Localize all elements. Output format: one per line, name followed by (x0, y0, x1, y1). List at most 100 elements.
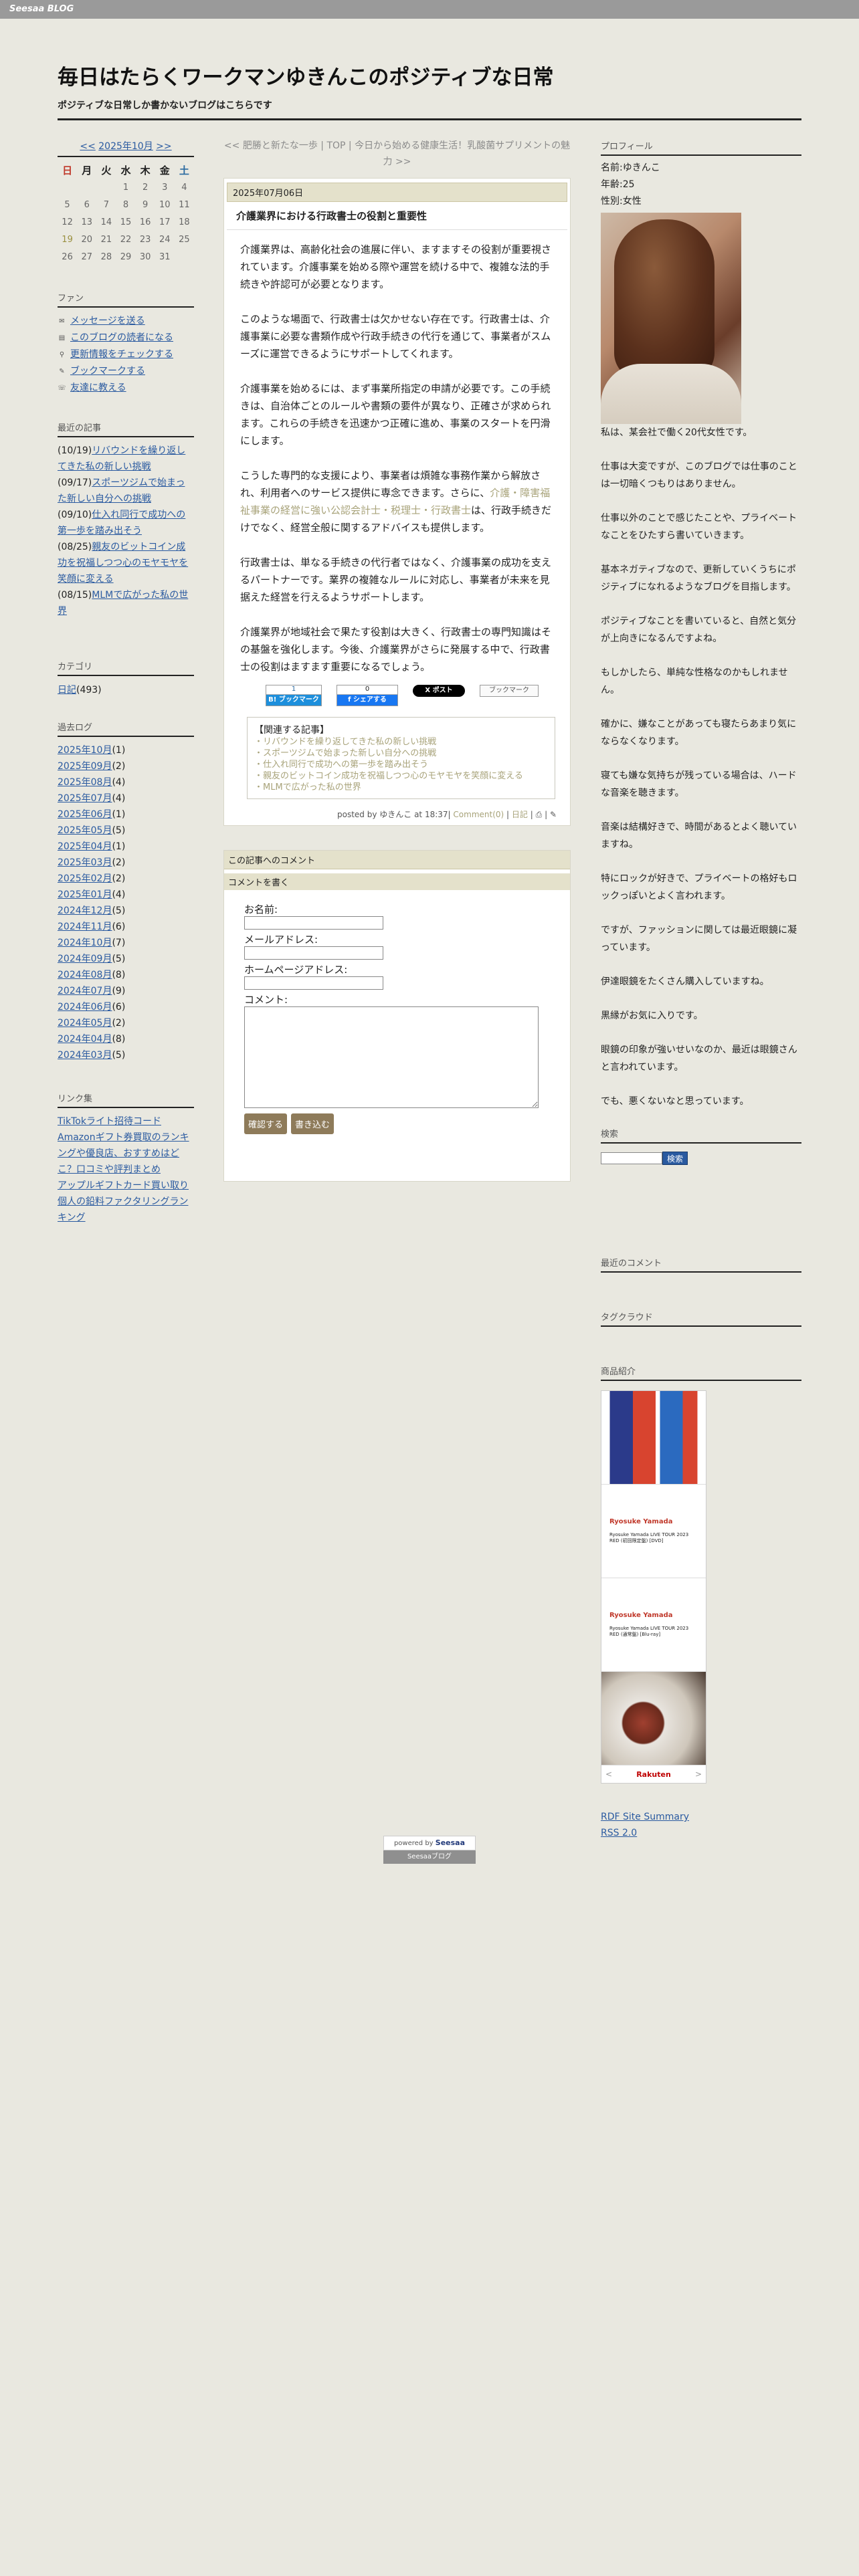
archive-count: (6) (112, 922, 126, 932)
calendar-day-linked[interactable]: 19 (58, 231, 77, 248)
related-link[interactable]: 仕入れ同行で成功への第一歩を踏み出そう (263, 760, 428, 770)
calendar-day: 4 (181, 182, 187, 193)
product-item[interactable] (601, 1672, 706, 1765)
seesaa-brand[interactable]: Seesaa BLOG (9, 4, 74, 14)
archive-item: 2025年06月(1) (58, 807, 194, 823)
powered-by-badge[interactable]: powered by Seesaa Seesaaブログ (383, 1836, 476, 1864)
powered-brand: Seesaa (435, 1838, 466, 1847)
site-description: ポジティブな日常しか書かないブログはこちらです (58, 100, 272, 111)
product-item[interactable] (601, 1391, 706, 1485)
archive-link[interactable]: 2024年10月 (58, 938, 112, 948)
archive-link[interactable]: 2025年03月 (58, 857, 112, 868)
profile-paragraph: でも、悪くないなと思っています。 (601, 1096, 749, 1107)
category-link[interactable]: 日記 (58, 685, 76, 695)
archive-link[interactable]: 2024年09月 (58, 954, 112, 964)
archive-item: 2025年03月(2) (58, 855, 194, 871)
calendar-day: 9 (142, 199, 149, 210)
external-link[interactable]: TikTokライト招待コード (58, 1116, 161, 1127)
homepage-field[interactable] (244, 976, 383, 990)
top-link[interactable]: TOP (326, 140, 345, 151)
archive-count: (1) (112, 841, 126, 852)
external-link[interactable]: 個人の鉛料ファクタリングランキング (58, 1196, 188, 1223)
archive-link[interactable]: 2025年06月 (58, 809, 112, 820)
rakuten-logo[interactable]: Rakuten (636, 1770, 671, 1779)
carousel-prev-icon[interactable]: < (605, 1769, 612, 1779)
recent-comments-heading: 最近のコメント (601, 1256, 801, 1273)
product-title: Ryosuke Yamada (609, 1518, 673, 1525)
become-reader-link[interactable]: このブログの読者になる (70, 330, 173, 346)
post-category-link[interactable]: 日記 (512, 810, 528, 819)
external-link[interactable]: アップルギフトカード買い取り (58, 1180, 189, 1191)
email-field[interactable] (244, 946, 383, 960)
category-heading: カテゴリ (58, 659, 194, 676)
recent-item: (09/17)スポーツジムで始まった新しい自分への挑戦 (58, 475, 194, 507)
bookmark-link[interactable]: ブックマークする (70, 363, 145, 380)
search-button[interactable]: 検索 (662, 1152, 688, 1165)
calendar-month-link[interactable]: 2025年10月 (98, 141, 153, 152)
archive-link[interactable]: 2025年02月 (58, 873, 112, 884)
archive-item: 2024年12月(5) (58, 903, 194, 919)
name-field[interactable] (244, 916, 383, 930)
profile-paragraph: 仕事は大変ですが、このブログでは仕事のことは一切暗くつもりはありません。 (601, 461, 797, 490)
tell-friend-link[interactable]: 友達に教える (70, 380, 126, 397)
product-item[interactable]: Ryosuke Yamada Ryosuke Yamada LIVE TOUR … (601, 1485, 706, 1578)
archive-item: 2024年03月(5) (58, 1047, 194, 1063)
archive-link[interactable]: 2024年03月 (58, 1050, 112, 1061)
archive-count: (8) (112, 1034, 126, 1045)
rdf-link[interactable]: RDF Site Summary (601, 1812, 689, 1822)
archive-link[interactable]: 2024年11月 (58, 922, 112, 932)
x-post-button[interactable]: X ポスト (413, 685, 465, 697)
archive-link[interactable]: 2024年06月 (58, 1002, 112, 1012)
comment-count-link[interactable]: Comment(0) (453, 810, 504, 819)
related-link[interactable]: 親友のビットコイン成功を祝福しつつ心のモヤモヤを笑顔に変える (263, 771, 523, 781)
hatena-bookmark-button[interactable]: 1 B! ブックマーク (266, 685, 322, 706)
external-link[interactable]: Amazonギフト券買取のランキングや優良店、おすすめはどこ？口コミや評判まとめ (58, 1132, 189, 1175)
send-message-link[interactable]: メッセージを送る (70, 313, 145, 330)
archive-link[interactable]: 2025年01月 (58, 889, 112, 900)
bookmark-button[interactable]: ブックマーク (480, 685, 539, 697)
archive-link[interactable]: 2025年10月 (58, 745, 112, 756)
related-link[interactable]: リバウンドを繰り返してきた私の新しい挑戦 (263, 737, 436, 747)
check-updates-link[interactable]: 更新情報をチェックする (70, 346, 173, 363)
calendar-day: 25 (179, 234, 190, 245)
archive-link[interactable]: 2024年08月 (58, 970, 112, 980)
article-title[interactable]: 介護業界における行政書士の役割と重要性 (227, 202, 567, 230)
comment-form: お名前: メールアドレス: ホームページアドレス: コメント: 確認する 書き込… (224, 890, 570, 1134)
calendar-day (175, 248, 194, 265)
archive-link[interactable]: 2024年07月 (58, 986, 112, 996)
archive-link[interactable]: 2024年04月 (58, 1034, 112, 1045)
archive-link[interactable]: 2025年05月 (58, 825, 112, 836)
archive-link[interactable]: 2025年08月 (58, 777, 112, 788)
edit-icon[interactable]: ✎ (550, 810, 557, 819)
archive-item: 2024年08月(8) (58, 967, 194, 983)
profile-paragraph: 特にロックが好きで、プライベートの格好もロックっぽいとよく言われます。 (601, 873, 797, 901)
calendar-day: 14 (100, 217, 112, 227)
related-link[interactable]: スポーツジムで始まった新しい自分への挑戦 (263, 748, 436, 758)
recent-item: (10/19)リバウンドを繰り返してきた私の新しい挑戦 (58, 443, 194, 475)
archive-link[interactable]: 2025年09月 (58, 761, 112, 772)
archive-item: 2024年11月(6) (58, 919, 194, 935)
calendar-prev-link[interactable]: << (80, 141, 95, 152)
print-icon[interactable]: ⎙ (536, 810, 543, 819)
prev-post-link[interactable]: << 肥勝と新たな一歩 (224, 140, 318, 151)
archive-count: (4) (112, 889, 126, 900)
profile-image (601, 213, 741, 424)
archive-link[interactable]: 2024年12月 (58, 905, 112, 916)
archive-link[interactable]: 2025年07月 (58, 793, 112, 804)
fan-item: ✎ ブックマークする (58, 363, 194, 380)
comment-textarea[interactable] (244, 1006, 539, 1108)
related-link[interactable]: MLMで広がった私の世界 (263, 782, 361, 792)
submit-button[interactable]: 書き込む (291, 1113, 335, 1134)
archive-link[interactable]: 2024年05月 (58, 1018, 112, 1029)
facebook-share-button[interactable]: 0 f シェアする (337, 685, 398, 706)
product-item[interactable]: Ryosuke Yamada Ryosuke Yamada LIVE TOUR … (601, 1578, 706, 1672)
search-input[interactable] (601, 1152, 662, 1164)
rss-link[interactable]: RSS 2.0 (601, 1828, 637, 1838)
next-post-link[interactable]: 今日から始める健康生活！乳酸菌サプリメントの魅力 >> (355, 140, 570, 167)
calendar-next-link[interactable]: >> (156, 141, 171, 152)
site-title[interactable]: 毎日はたらくワークマンゆきんこのポジティブな日常 (58, 60, 801, 90)
carousel-next-icon[interactable]: > (695, 1769, 702, 1779)
confirm-button[interactable]: 確認する (244, 1113, 288, 1134)
archive-link[interactable]: 2025年04月 (58, 841, 112, 852)
archive-count: (6) (112, 1002, 126, 1012)
